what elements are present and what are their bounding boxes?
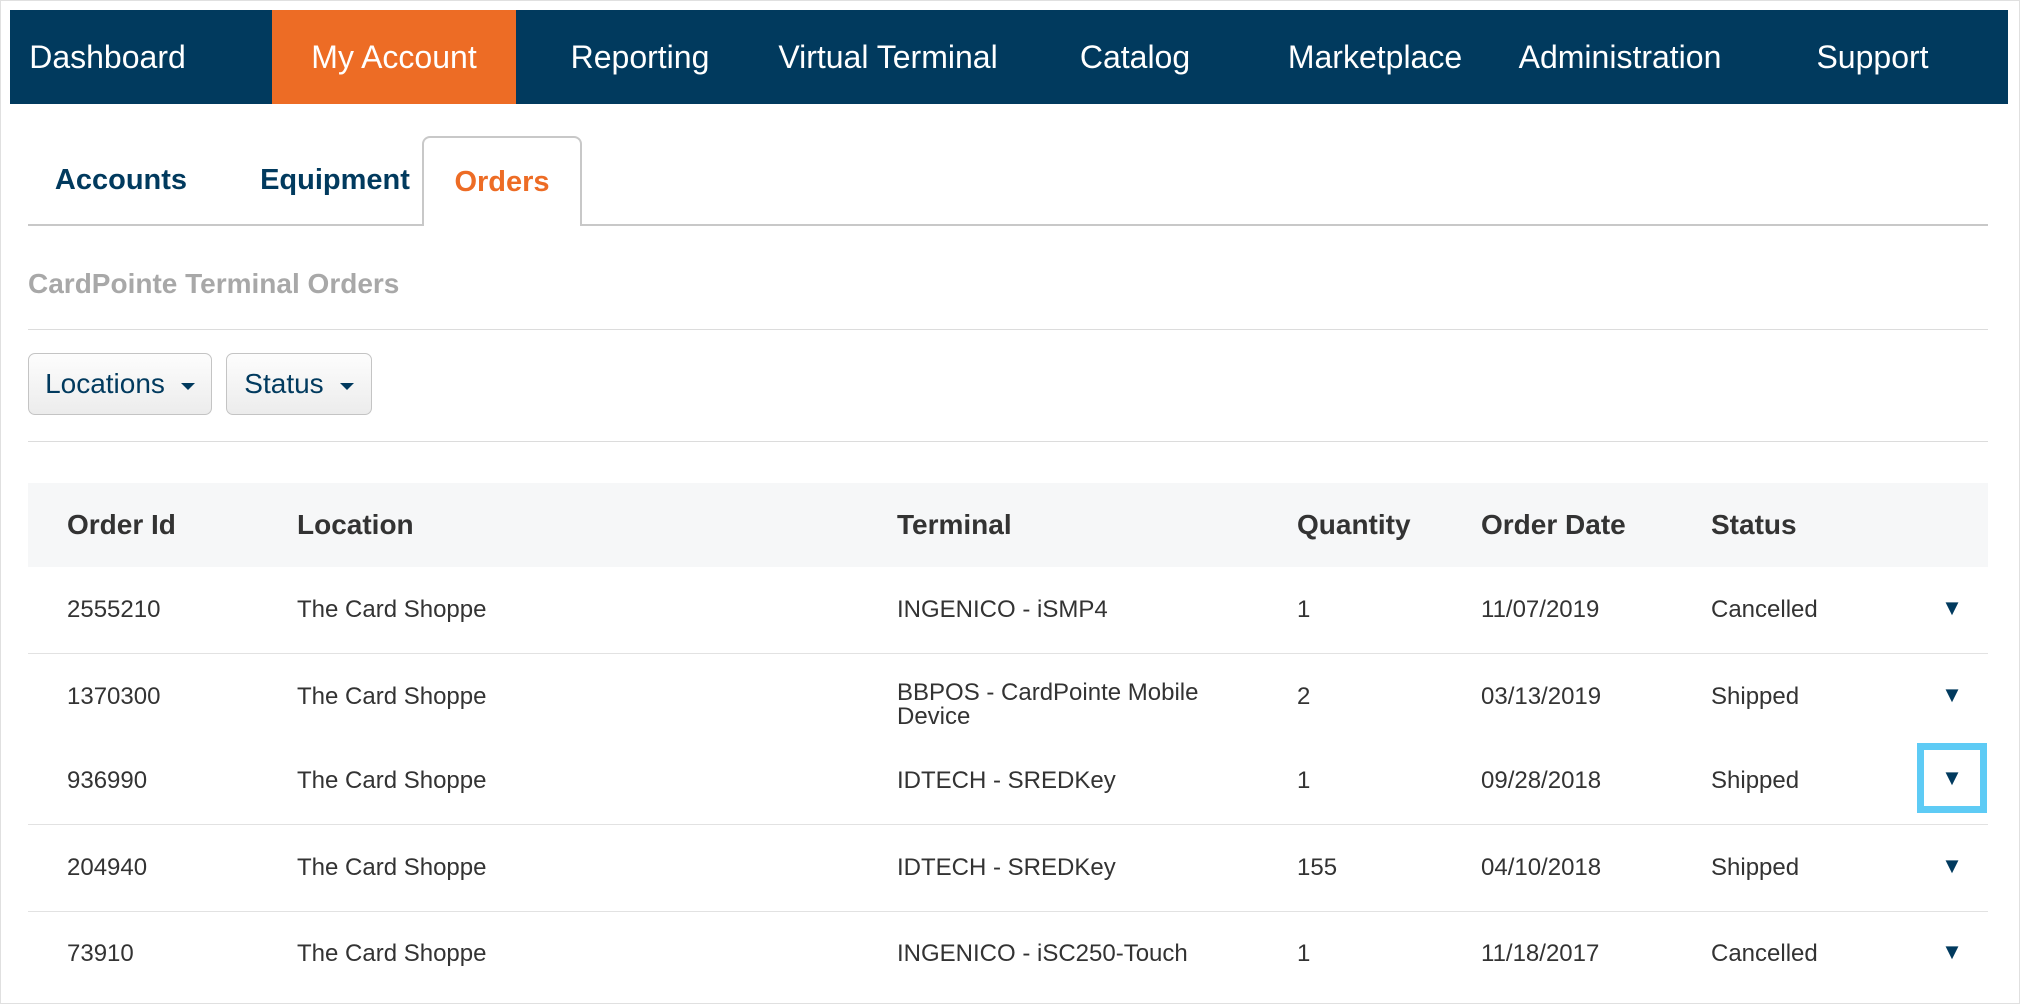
- triangle-down-icon[interactable]: ▼: [1927, 670, 1977, 720]
- nav-reporting[interactable]: Reporting: [540, 10, 740, 104]
- table-row: 1370300 The Card Shoppe BBPOS - CardPoin…: [28, 654, 1988, 740]
- terminal-cell: INGENICO - iSMP4: [897, 596, 1108, 623]
- nav-my-account[interactable]: My Account: [272, 10, 516, 104]
- col-quantity: Quantity: [1297, 509, 1411, 540]
- account-tabs: Accounts Equipment Orders: [28, 136, 1988, 226]
- col-order-date: Order Date: [1481, 509, 1626, 540]
- col-status: Status: [1711, 509, 1797, 540]
- terminal-cell: INGENICO - iSC250-Touch: [897, 940, 1188, 967]
- location-cell: The Card Shoppe: [297, 767, 487, 794]
- caret-down-icon: [339, 382, 354, 390]
- col-terminal: Terminal: [897, 509, 1012, 540]
- location-cell: The Card Shoppe: [297, 596, 487, 623]
- status-label: Status: [244, 368, 324, 399]
- divider: [28, 441, 1988, 442]
- order-date-cell: 11/07/2019: [1481, 596, 1600, 623]
- status-cell: Cancelled: [1711, 596, 1818, 623]
- col-order-id: Order Id: [67, 509, 176, 540]
- terminal-cell: IDTECH - SREDKey: [897, 767, 1116, 794]
- status-cell: Shipped: [1711, 683, 1800, 710]
- nav-support[interactable]: Support: [1775, 10, 1970, 104]
- nav-administration[interactable]: Administration: [1510, 10, 1730, 104]
- triangle-down-icon[interactable]: ▼: [1927, 927, 1977, 977]
- status-cell: Shipped: [1711, 854, 1800, 881]
- terminal-cell: IDTECH - SREDKey: [897, 854, 1116, 881]
- location-cell: The Card Shoppe: [297, 940, 487, 967]
- table-row: 73910 The Card Shoppe INGENICO - iSC250-…: [28, 911, 1988, 997]
- status-dropdown[interactable]: Status: [226, 353, 372, 415]
- order-date-cell: 11/18/2017: [1481, 940, 1600, 967]
- table-row: 204940 The Card Shoppe IDTECH - SREDKey …: [28, 825, 1988, 912]
- status-cell: Shipped: [1711, 767, 1800, 794]
- nav-dashboard[interactable]: Dashboard: [10, 10, 205, 104]
- triangle-down-icon[interactable]: ▼: [1927, 583, 1977, 633]
- order-id-cell: 1370300: [67, 683, 161, 710]
- triangle-down-icon[interactable]: ▼: [1927, 841, 1977, 891]
- locations-dropdown[interactable]: Locations: [28, 353, 212, 415]
- quantity-cell: 1: [1297, 940, 1311, 967]
- terminal-cell: BBPOS - CardPointe Mobile Device: [897, 679, 1199, 730]
- order-id-cell: 73910: [67, 940, 134, 967]
- quantity-cell: 1: [1297, 767, 1311, 794]
- nav-virtual-terminal[interactable]: Virtual Terminal: [768, 10, 1008, 104]
- location-cell: The Card Shoppe: [297, 854, 487, 881]
- order-date-cell: 04/10/2018: [1481, 854, 1602, 881]
- table-row: 2555210 The Card Shoppe INGENICO - iSMP4…: [28, 567, 1988, 654]
- nav-marketplace[interactable]: Marketplace: [1270, 10, 1480, 104]
- order-date-cell: 03/13/2019: [1481, 683, 1602, 710]
- top-nav: Dashboard My Account Reporting Virtual T…: [10, 10, 2008, 104]
- quantity-cell: 155: [1297, 854, 1338, 881]
- col-location: Location: [297, 509, 414, 540]
- section-title: CardPointe Terminal Orders: [28, 268, 400, 299]
- location-cell: The Card Shoppe: [297, 683, 487, 710]
- table-row: 936990 The Card Shoppe IDTECH - SREDKey …: [28, 738, 1988, 825]
- order-id-cell: 2555210: [67, 596, 161, 623]
- triangle-down-icon[interactable]: ▼: [1917, 743, 1987, 813]
- divider: [28, 329, 1988, 330]
- quantity-cell: 2: [1297, 683, 1311, 710]
- nav-catalog[interactable]: Catalog: [1040, 10, 1230, 104]
- order-id-cell: 204940: [67, 854, 148, 881]
- status-cell: Cancelled: [1711, 940, 1818, 967]
- order-id-cell: 936990: [67, 767, 148, 794]
- tab-accounts[interactable]: Accounts: [28, 136, 214, 224]
- order-date-cell: 09/28/2018: [1481, 767, 1602, 794]
- orders-table-header: Order Id Location Terminal Quantity Orde…: [28, 483, 1988, 567]
- locations-label: Locations: [45, 368, 165, 399]
- quantity-cell: 1: [1297, 596, 1311, 623]
- tab-equipment[interactable]: Equipment: [240, 136, 430, 224]
- tab-orders[interactable]: Orders: [422, 136, 582, 226]
- caret-down-icon: [180, 382, 195, 390]
